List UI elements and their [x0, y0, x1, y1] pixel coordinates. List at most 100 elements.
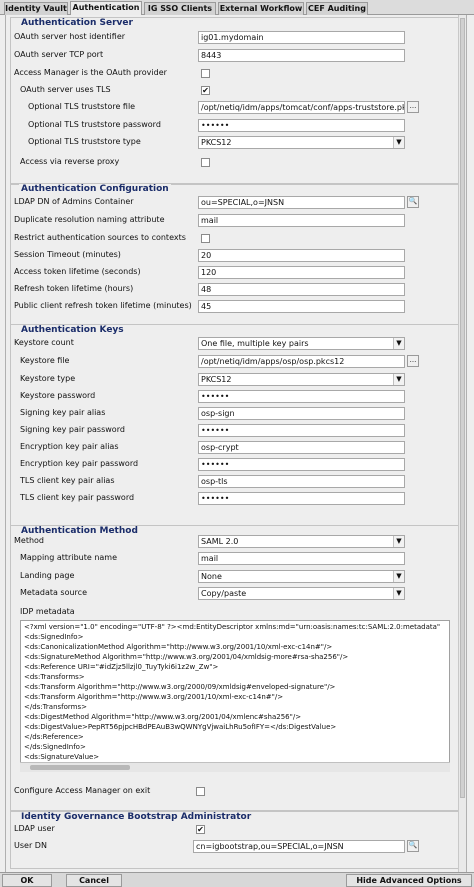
landing-page-value: None	[201, 572, 222, 581]
keystore-type-value: PKCS12	[201, 375, 232, 384]
tcp-port-label: OAuth server TCP port	[14, 50, 104, 59]
reverse-proxy-checkbox[interactable]	[201, 158, 210, 167]
metadata-source-label: Metadata source	[20, 588, 87, 597]
section-title: Authentication Configuration	[19, 184, 171, 195]
ldap-dn-input[interactable]: ou=SPECIAL,o=JNSN	[198, 196, 405, 209]
browse-truststore-button[interactable]: ...	[407, 101, 419, 113]
scrollbar-thumb[interactable]	[460, 18, 465, 798]
chevron-down-icon: ▼	[393, 536, 404, 547]
search-icon[interactable]: 🔍	[407, 196, 419, 208]
refresh-token-label: Refresh token lifetime (hours)	[14, 284, 134, 293]
mapping-attr-input[interactable]: mail	[198, 552, 405, 565]
metadata-source-select[interactable]: Copy/paste ▼	[198, 587, 405, 600]
mapping-attr-label: Mapping attribute name	[20, 553, 117, 562]
ldap-user-checkbox[interactable]: ✔	[196, 825, 205, 834]
tab-ig-sso-clients[interactable]: IG SSO Clients	[144, 2, 216, 15]
method-value: SAML 2.0	[201, 537, 239, 546]
public-refresh-label: Public client refresh token lifetime (mi…	[14, 301, 192, 310]
host-identifier-input[interactable]: ig01.mydomain	[198, 31, 405, 44]
metadata-source-value: Copy/paste	[201, 589, 247, 598]
signing-password-label: Signing key pair password	[20, 425, 125, 434]
tls-alias-input[interactable]: osp-tls	[198, 475, 405, 488]
ldap-user-label: LDAP user	[14, 824, 55, 833]
truststore-password-label: Optional TLS truststore password	[28, 120, 161, 129]
scrollbar-thumb[interactable]	[30, 765, 130, 770]
cancel-button[interactable]: Cancel	[66, 874, 122, 887]
session-timeout-input[interactable]: 20	[198, 249, 405, 262]
reverse-proxy-label: Access via reverse proxy	[20, 157, 120, 166]
tls-password-input[interactable]: ••••••	[198, 492, 405, 505]
tcp-port-input[interactable]: 8443	[198, 49, 405, 62]
landing-page-label: Landing page	[20, 571, 75, 580]
section-title: Authentication Server	[19, 18, 135, 29]
am-provider-checkbox[interactable]	[201, 69, 210, 78]
tab-authentication[interactable]: Authentication	[70, 1, 142, 16]
restrict-sources-label: Restrict authentication sources to conte…	[14, 233, 186, 242]
truststore-type-value: PKCS12	[201, 138, 232, 147]
truststore-type-select[interactable]: PKCS12 ▼	[198, 136, 405, 149]
keystore-count-select[interactable]: One file, multiple key pairs ▼	[198, 337, 405, 350]
keystore-file-input[interactable]: /opt/netiq/idm/apps/osp/osp.pkcs12	[198, 355, 405, 368]
user-dn-input[interactable]: cn=igbootstrap,ou=SPECIAL,o=JNSN	[193, 840, 405, 853]
configure-am-checkbox[interactable]	[196, 787, 205, 796]
button-bar: OK Cancel Hide Advanced Options	[0, 872, 474, 887]
restrict-sources-checkbox[interactable]	[201, 234, 210, 243]
user-dn-label: User DN	[14, 841, 47, 850]
tab-external-workflow[interactable]: External Workflow	[218, 2, 304, 15]
truststore-file-input[interactable]: /opt/netiq/idm/apps/tomcat/conf/apps-tru…	[198, 101, 405, 114]
keystore-type-select[interactable]: PKCS12 ▼	[198, 373, 405, 386]
access-token-input[interactable]: 120	[198, 266, 405, 279]
encryption-alias-label: Encryption key pair alias	[20, 442, 119, 451]
browse-keystore-button[interactable]: ...	[407, 355, 419, 367]
hide-advanced-options-button[interactable]: Hide Advanced Options	[346, 874, 472, 887]
chevron-down-icon: ▼	[393, 338, 404, 349]
ldap-dn-label: LDAP DN of Admins Container	[14, 197, 134, 206]
keystore-count-label: Keystore count	[14, 338, 74, 347]
section-title: Authentication Keys	[19, 325, 126, 336]
method-select[interactable]: SAML 2.0 ▼	[198, 535, 405, 548]
tls-password-label: TLS client key pair password	[20, 493, 135, 502]
landing-page-select[interactable]: None ▼	[198, 570, 405, 583]
configure-am-label: Configure Access Manager on exit	[14, 786, 151, 795]
host-identifier-label: OAuth server host identifier	[14, 32, 126, 41]
encryption-password-label: Encryption key pair password	[20, 459, 139, 468]
search-icon[interactable]: 🔍	[407, 840, 419, 852]
tab-cef-auditing[interactable]: CEF Auditing	[306, 2, 368, 15]
public-refresh-input[interactable]: 45	[198, 300, 405, 313]
uses-tls-label: OAuth server uses TLS	[20, 85, 111, 94]
section-title: Identity Governance Bootstrap Administra…	[19, 812, 254, 823]
session-timeout-label: Session Timeout (minutes)	[14, 250, 121, 259]
idp-metadata-label: IDP metadata	[20, 607, 75, 616]
encryption-password-input[interactable]: ••••••	[198, 458, 405, 471]
signing-alias-input[interactable]: osp-sign	[198, 407, 405, 420]
keystore-type-label: Keystore type	[20, 374, 76, 383]
tls-alias-label: TLS client key pair alias	[20, 476, 115, 485]
keystore-count-value: One file, multiple key pairs	[201, 339, 309, 348]
settings-panel: Authentication Server OAuth server host …	[5, 15, 467, 872]
signing-password-input[interactable]: ••••••	[198, 424, 405, 437]
chevron-down-icon: ▼	[393, 571, 404, 582]
truststore-file-label: Optional TLS truststore file	[28, 102, 136, 111]
encryption-alias-input[interactable]: osp-crypt	[198, 441, 405, 454]
keystore-password-input[interactable]: ••••••	[198, 390, 405, 403]
tab-bar: Identity Vault Authentication IG SSO Cli…	[0, 0, 474, 16]
duplicate-attr-input[interactable]: mail	[198, 214, 405, 227]
chevron-down-icon: ▼	[393, 374, 404, 385]
ok-button[interactable]: OK	[2, 874, 52, 887]
idp-metadata-textarea[interactable]: <?xml version="1.0" encoding="UTF-8" ?><…	[20, 620, 450, 772]
tab-identity-vault[interactable]: Identity Vault	[4, 2, 68, 15]
vertical-scrollbar[interactable]	[458, 15, 466, 872]
horizontal-scrollbar[interactable]	[20, 762, 450, 772]
keystore-file-label: Keystore file	[20, 356, 70, 365]
chevron-down-icon: ▼	[393, 137, 404, 148]
duplicate-attr-label: Duplicate resolution naming attribute	[14, 215, 165, 224]
refresh-token-input[interactable]: 48	[198, 283, 405, 296]
chevron-down-icon: ▼	[393, 588, 404, 599]
signing-alias-label: Signing key pair alias	[20, 408, 106, 417]
uses-tls-checkbox[interactable]: ✔	[201, 86, 210, 95]
method-label: Method	[14, 536, 45, 545]
am-provider-label: Access Manager is the OAuth provider	[14, 68, 167, 77]
truststore-type-label: Optional TLS truststore type	[28, 137, 141, 146]
truststore-password-input[interactable]: ••••••	[198, 119, 405, 132]
access-token-label: Access token lifetime (seconds)	[14, 267, 141, 276]
